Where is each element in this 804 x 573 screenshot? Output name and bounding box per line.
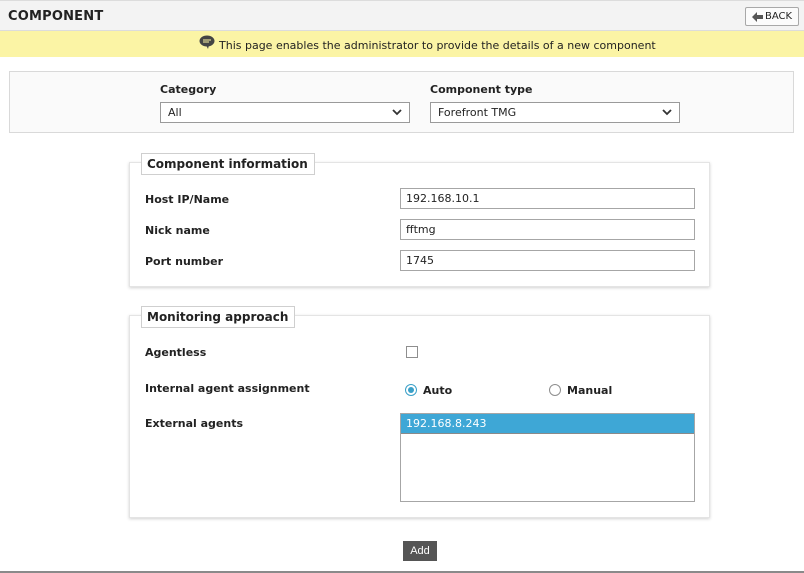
component-type-select[interactable]: Forefront TMG bbox=[430, 102, 680, 123]
monitoring-approach-panel: Monitoring approach Agentless Internal a… bbox=[129, 306, 710, 518]
back-button-label: BACK bbox=[764, 11, 793, 22]
chevron-down-icon bbox=[662, 109, 672, 116]
add-button[interactable]: Add bbox=[403, 541, 437, 561]
port-number-input[interactable]: 1745 bbox=[400, 250, 695, 271]
page-title: COMPONENT bbox=[8, 9, 104, 24]
agentless-checkbox[interactable] bbox=[406, 346, 418, 358]
external-agents-label: External agents bbox=[145, 417, 244, 430]
host-label: Host IP/Name bbox=[145, 193, 230, 206]
page-header: COMPONENT BACK bbox=[0, 0, 804, 31]
category-label: Category bbox=[160, 83, 217, 96]
manual-radio-label: Manual bbox=[567, 384, 613, 397]
internal-agent-label: Internal agent assignment bbox=[145, 382, 310, 395]
component-type-label: Component type bbox=[430, 83, 533, 96]
chevron-down-icon bbox=[392, 109, 402, 116]
component-information-legend: Component information bbox=[141, 153, 315, 175]
filter-box: Category All Component type Forefront TM… bbox=[9, 71, 794, 133]
category-select-value: All bbox=[168, 106, 182, 119]
component-type-select-value: Forefront TMG bbox=[438, 106, 517, 119]
back-button[interactable]: BACK bbox=[745, 7, 799, 26]
auto-radio-label: Auto bbox=[423, 384, 453, 397]
external-agents-listbox[interactable]: 192.168.8.243 bbox=[400, 413, 695, 502]
host-input[interactable]: 192.168.10.1 bbox=[400, 188, 695, 209]
info-bar: This page enables the administrator to p… bbox=[0, 31, 804, 57]
info-message: This page enables the administrator to p… bbox=[219, 39, 656, 52]
list-item[interactable]: 192.168.8.243 bbox=[401, 414, 694, 434]
manual-radio[interactable] bbox=[549, 384, 561, 396]
auto-radio[interactable] bbox=[405, 384, 417, 396]
monitoring-approach-legend: Monitoring approach bbox=[141, 306, 296, 328]
speech-bubble-icon bbox=[199, 35, 215, 49]
port-number-label: Port number bbox=[145, 255, 224, 268]
component-information-panel: Component information Host IP/Name 192.1… bbox=[129, 153, 710, 287]
agentless-label: Agentless bbox=[145, 346, 207, 359]
nick-name-input[interactable]: fftmg bbox=[400, 219, 695, 240]
back-arrow-icon bbox=[751, 11, 763, 22]
category-select[interactable]: All bbox=[160, 102, 410, 123]
nick-name-label: Nick name bbox=[145, 224, 210, 237]
